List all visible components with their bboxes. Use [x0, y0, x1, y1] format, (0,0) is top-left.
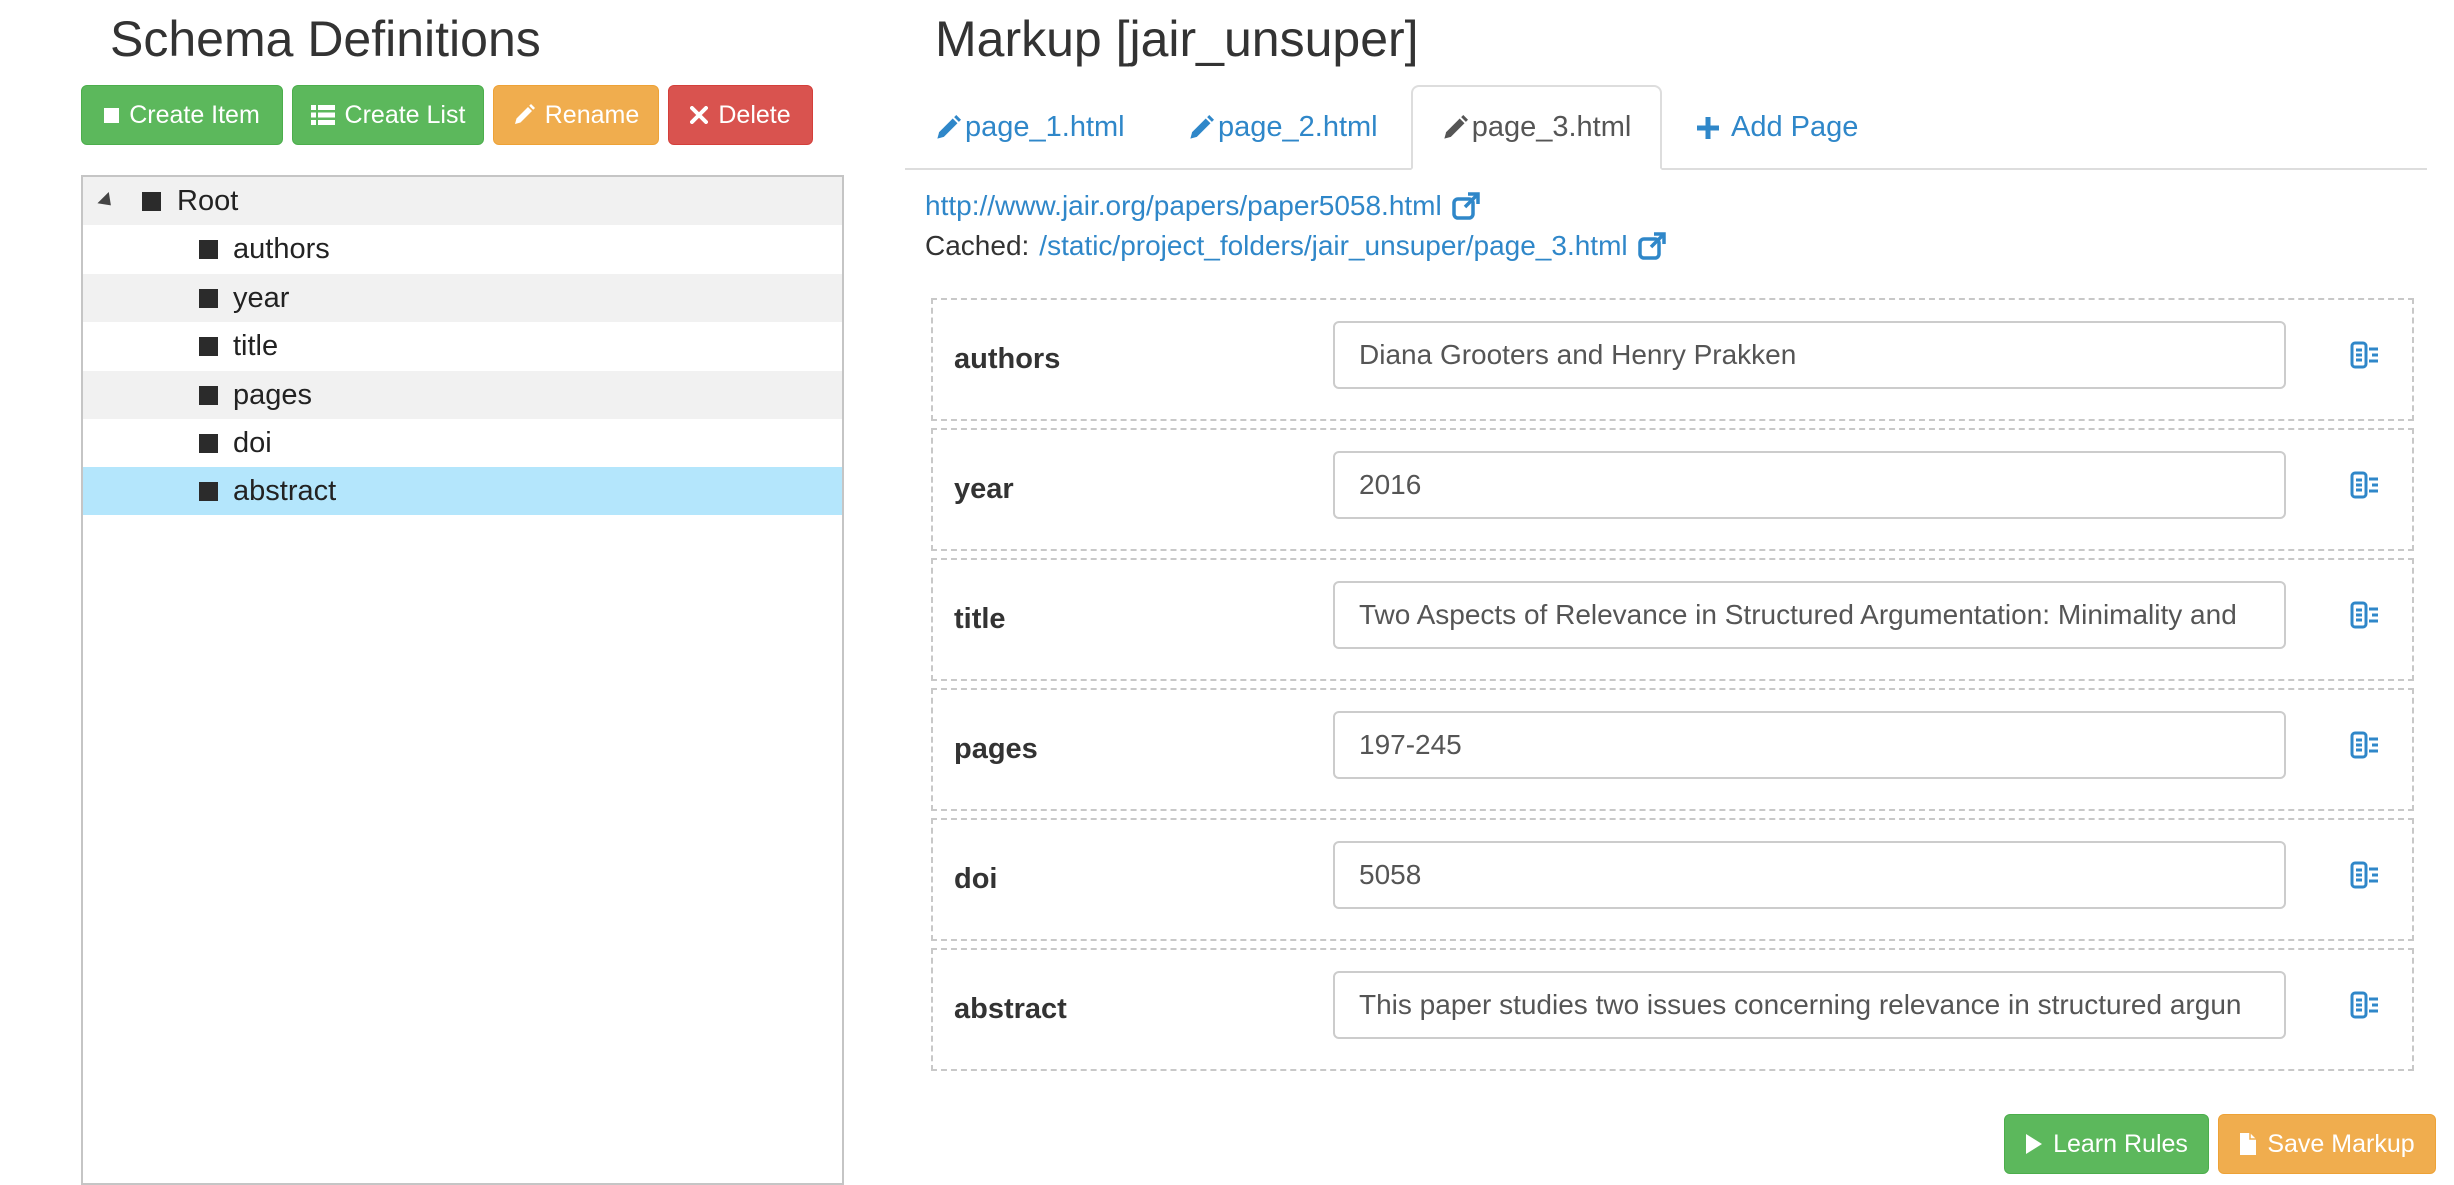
- list-icon: [310, 105, 335, 125]
- selector-icon[interactable]: [2350, 860, 2380, 890]
- close-icon: [690, 106, 709, 124]
- tabs-divider: [905, 168, 2427, 170]
- pencil-icon: [514, 104, 535, 124]
- save-markup-button[interactable]: Save Markup: [2218, 1114, 2436, 1174]
- learn-rules-button[interactable]: Learn Rules: [2004, 1114, 2209, 1174]
- pencil-icon: [1190, 114, 1214, 139]
- page-url-line: http://www.jair.org/papers/paper5058.htm…: [925, 190, 1480, 222]
- tab-page-1[interactable]: page_1.html: [935, 85, 1135, 170]
- selector-icon[interactable]: [2350, 600, 2380, 630]
- tree-item-label: title: [233, 329, 279, 362]
- cached-url-link[interactable]: /static/project_folders/jair_unsuper/pag…: [1039, 230, 1627, 262]
- tab-label: page_3.html: [1471, 111, 1632, 143]
- tree-item-label: authors: [233, 232, 330, 265]
- field-row-doi: doi: [931, 818, 2414, 941]
- field-row-pages: pages: [931, 688, 2414, 811]
- field-row-year: year: [931, 428, 2414, 551]
- tree-item-pages[interactable]: pages: [83, 371, 842, 419]
- title-field[interactable]: [1333, 581, 2286, 649]
- tab-label: page_2.html: [1218, 111, 1378, 143]
- pencil-icon: [1444, 114, 1468, 139]
- pencil-icon: [937, 114, 961, 139]
- schema-tree: Root authors year title pages doi abstra…: [81, 175, 844, 1185]
- save-markup-label: Save Markup: [2267, 1129, 2415, 1158]
- markup-heading: Markup [jair_unsuper]: [935, 11, 1419, 67]
- add-page-tab[interactable]: Add Page: [1695, 85, 1915, 170]
- field-row-authors: authors: [931, 298, 2414, 421]
- tree-item-label: abstract: [233, 474, 337, 507]
- selector-icon[interactable]: [2350, 730, 2380, 760]
- node-icon: [199, 239, 218, 259]
- node-icon: [199, 288, 218, 308]
- tab-page-2[interactable]: page_2.html: [1188, 85, 1388, 170]
- selector-icon[interactable]: [2350, 340, 2380, 370]
- tree-item-authors[interactable]: authors: [83, 225, 842, 273]
- learn-rules-label: Learn Rules: [2053, 1129, 2188, 1158]
- external-link-icon[interactable]: [1451, 192, 1480, 220]
- schema-heading: Schema Definitions: [110, 11, 541, 67]
- tab-label: page_1.html: [965, 111, 1125, 143]
- tree-item-title[interactable]: title: [83, 322, 842, 370]
- create-list-label: Create List: [344, 100, 466, 129]
- abstract-field[interactable]: [1333, 971, 2286, 1039]
- play-icon: [2026, 1134, 2043, 1154]
- cached-url-line: Cached: /static/project_folders/jair_uns…: [925, 230, 1666, 262]
- field-label: pages: [954, 733, 1038, 765]
- tree-item-label: year: [233, 281, 290, 314]
- field-label: authors: [954, 343, 1061, 375]
- year-field[interactable]: [1333, 451, 2286, 519]
- pages-field[interactable]: [1333, 711, 2286, 779]
- create-list-button[interactable]: Create List: [292, 85, 484, 145]
- tree-item-abstract[interactable]: abstract: [83, 467, 842, 515]
- create-item-label: Create Item: [129, 100, 260, 129]
- page-url-link[interactable]: http://www.jair.org/papers/paper5058.htm…: [925, 190, 1442, 222]
- cached-label: Cached:: [925, 230, 1030, 261]
- node-icon: [199, 385, 218, 405]
- selector-icon[interactable]: [2350, 470, 2380, 500]
- tree-item-label: pages: [233, 378, 313, 411]
- tree-root-label: Root: [177, 184, 239, 217]
- field-label: abstract: [954, 993, 1067, 1025]
- field-row-title: title: [931, 558, 2414, 681]
- delete-button[interactable]: Delete: [668, 85, 813, 145]
- field-label: doi: [954, 863, 998, 895]
- tree-item-label: doi: [233, 426, 272, 459]
- file-icon: [2240, 1133, 2257, 1155]
- selector-icon[interactable]: [2350, 990, 2380, 1020]
- add-page-label: Add Page: [1731, 111, 1859, 143]
- delete-label: Delete: [718, 100, 791, 129]
- rename-label: Rename: [544, 100, 640, 129]
- plus-icon: [1697, 116, 1719, 139]
- node-icon: [199, 481, 218, 501]
- tree-item-doi[interactable]: doi: [83, 419, 842, 467]
- create-item-button[interactable]: Create Item: [81, 85, 283, 145]
- expand-arrow-icon[interactable]: [97, 191, 117, 211]
- field-label: year: [954, 473, 1014, 505]
- node-icon: [199, 336, 218, 356]
- rename-button[interactable]: Rename: [493, 85, 659, 145]
- field-row-abstract: abstract: [931, 948, 2414, 1071]
- tree-root-node[interactable]: Root: [83, 177, 842, 225]
- node-icon: [142, 191, 161, 211]
- doi-field[interactable]: [1333, 841, 2286, 909]
- field-label: title: [954, 603, 1006, 635]
- tree-item-year[interactable]: year: [83, 274, 842, 322]
- tab-page-3[interactable]: page_3.html: [1411, 85, 1662, 170]
- external-link-icon[interactable]: [1637, 232, 1666, 260]
- authors-field[interactable]: [1333, 321, 2286, 389]
- square-icon: [104, 107, 120, 123]
- node-icon: [199, 433, 218, 453]
